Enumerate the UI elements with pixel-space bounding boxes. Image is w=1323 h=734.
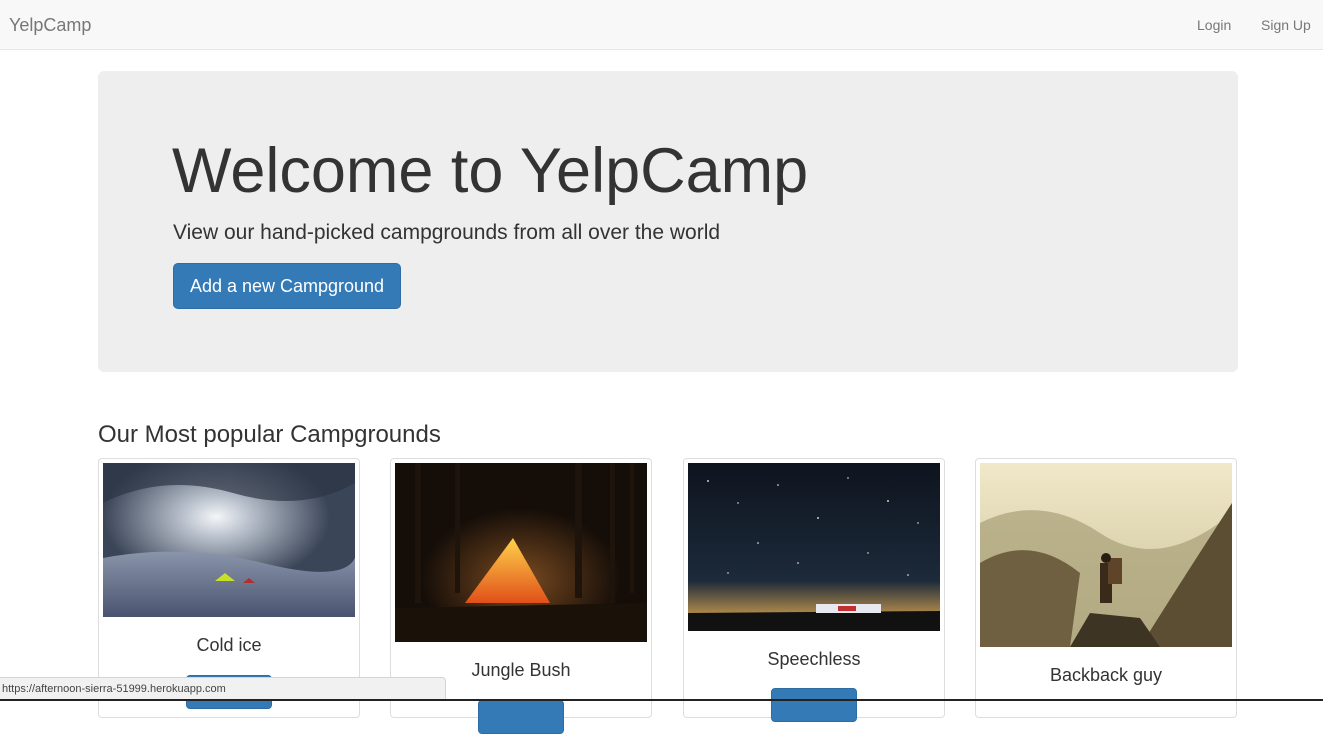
section-title: Our Most popular Campgrounds	[98, 421, 441, 448]
campground-card: Speechless	[683, 458, 945, 722]
navbar: YelpCamp Login Sign Up	[0, 0, 1323, 50]
campground-card: Backback guy	[975, 458, 1237, 718]
more-info-button[interactable]	[771, 688, 857, 722]
browser-status-bar: https://afternoon-sierra-51999.herokuapp…	[0, 677, 446, 701]
page-title: Welcome to YelpCamp	[172, 136, 809, 206]
brand-link[interactable]: YelpCamp	[9, 15, 91, 36]
glowing-tent-forest-photo	[395, 463, 647, 642]
login-link[interactable]: Login	[1197, 17, 1231, 33]
campground-image[interactable]	[980, 463, 1232, 647]
snowy-tent-photo	[103, 463, 355, 617]
more-info-button[interactable]	[478, 700, 564, 734]
jumbotron: Welcome to YelpCamp View our hand-picked…	[98, 71, 1238, 372]
page-subtitle: View our hand-picked campgrounds from al…	[173, 221, 721, 244]
mountain-hiker-photo	[980, 463, 1232, 647]
campground-name: Cold ice	[196, 635, 262, 655]
add-campground-button[interactable]: Add a new Campground	[173, 263, 401, 309]
campground-image[interactable]	[103, 463, 355, 617]
starry-night-camp-photo	[688, 463, 940, 631]
campground-image[interactable]	[395, 463, 647, 642]
campground-image[interactable]	[688, 463, 940, 631]
signup-link[interactable]: Sign Up	[1261, 17, 1311, 33]
campground-name: Speechless	[767, 649, 861, 669]
campground-name: Backback guy	[1049, 665, 1163, 685]
